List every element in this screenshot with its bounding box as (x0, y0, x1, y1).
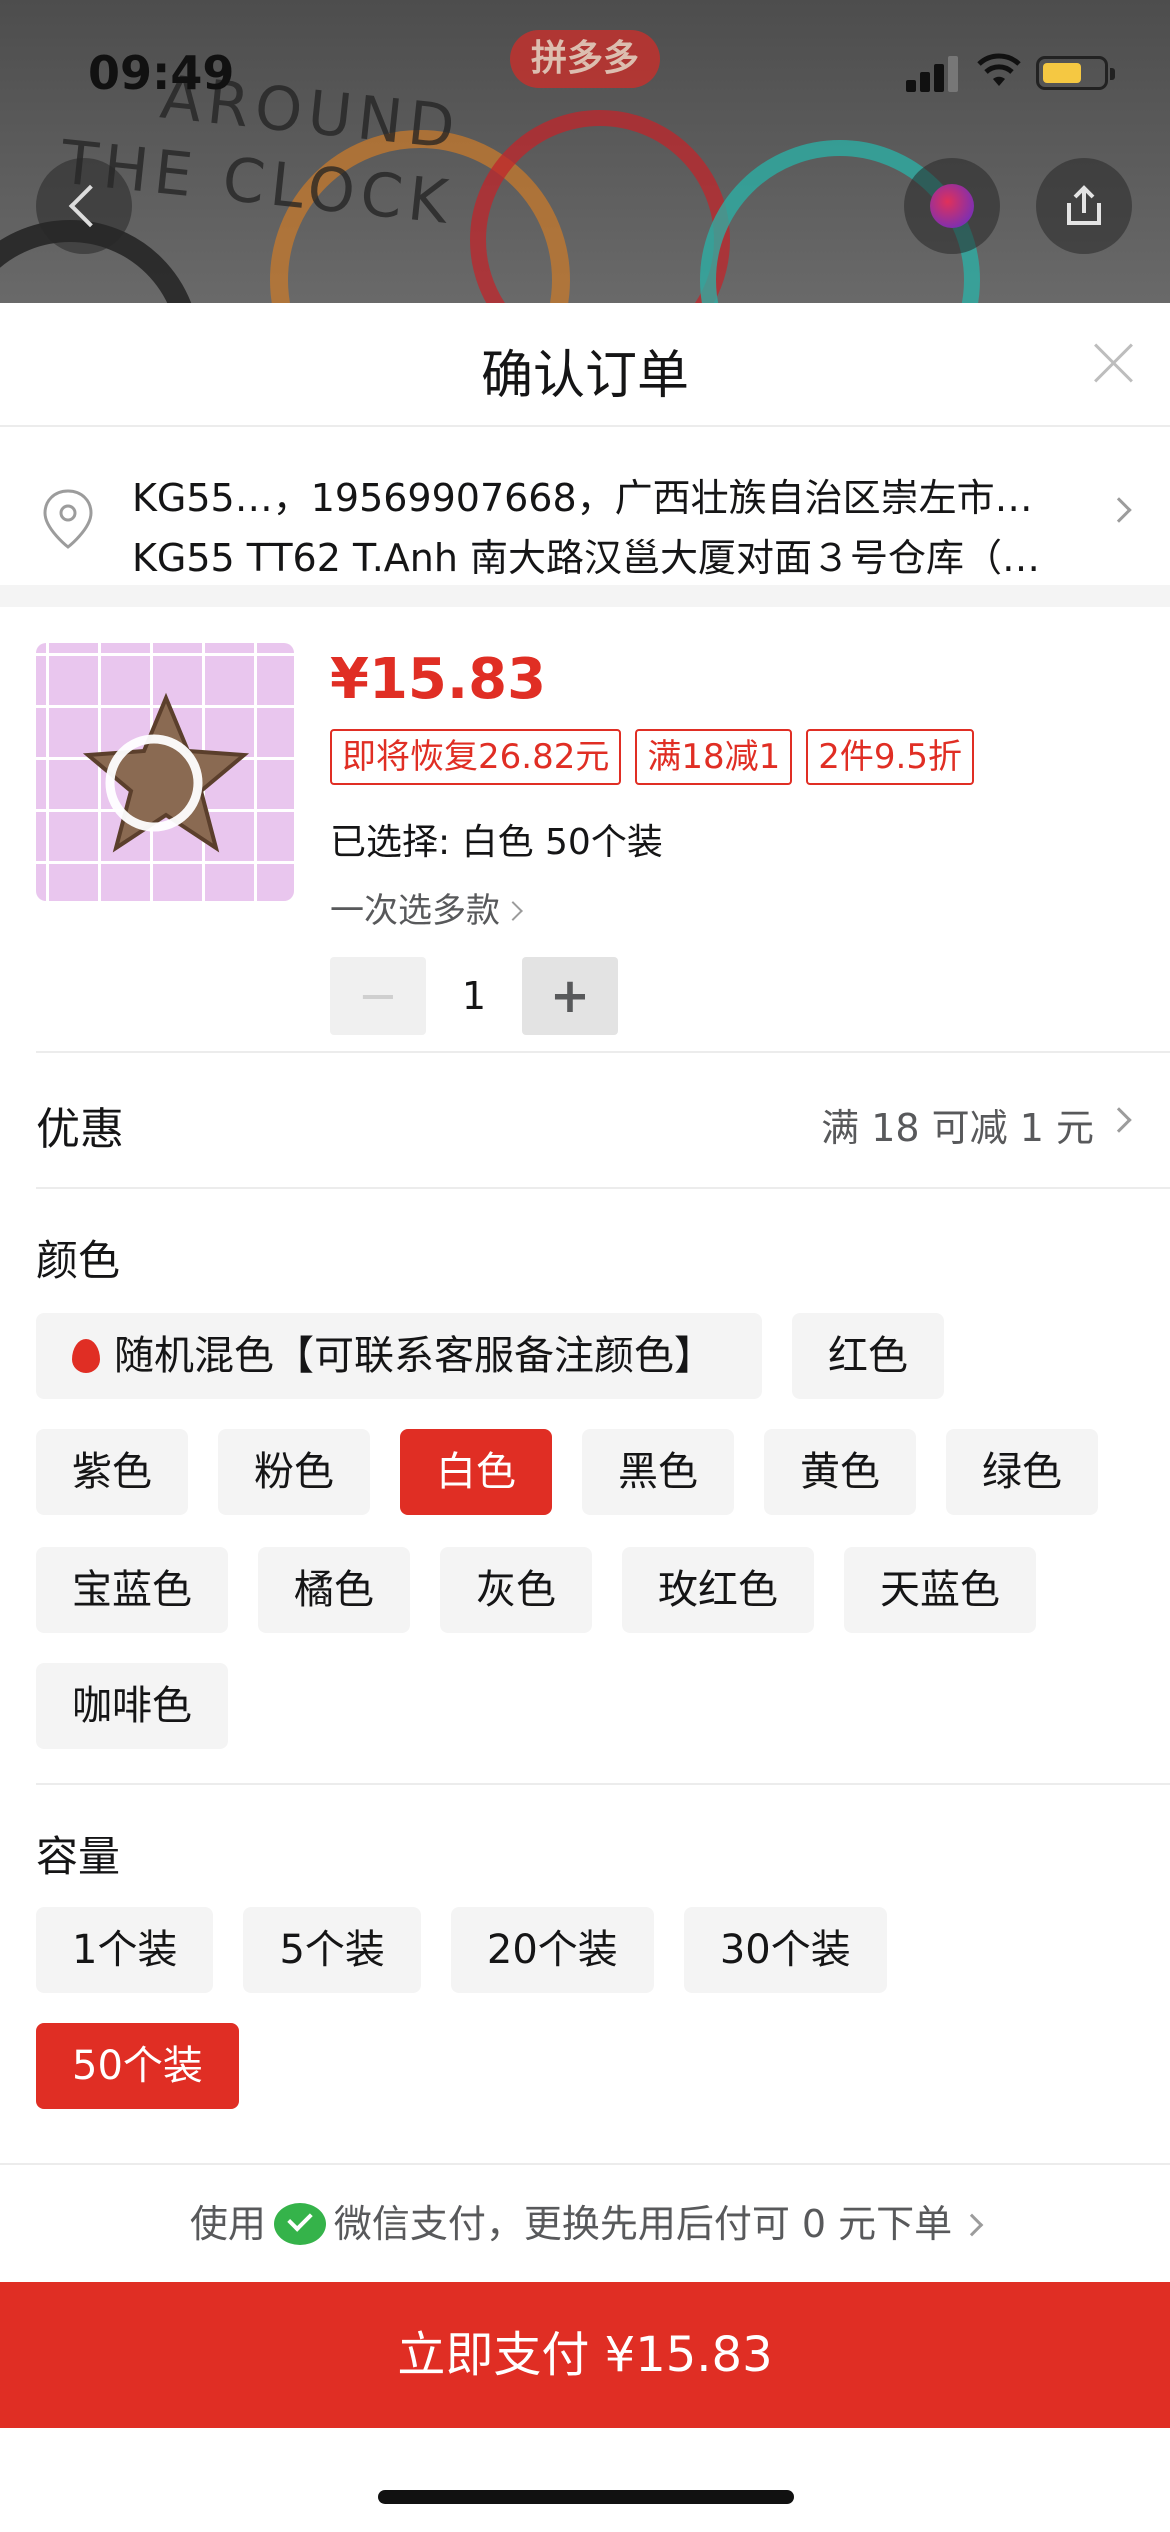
color-option-coffee[interactable]: 咖啡色 (36, 1663, 228, 1749)
color-option-random[interactable]: 随机混色【可联系客服备注颜色】 (36, 1313, 762, 1399)
discount-label: 优惠 (36, 1104, 124, 1155)
color-option-rose-red[interactable]: 玫红色 (622, 1547, 814, 1633)
color-option-black[interactable]: 黑色 (582, 1429, 734, 1515)
promo-tag: 2件9.5折 (806, 729, 974, 785)
color-option-gray[interactable]: 灰色 (440, 1547, 592, 1633)
ring-decoration (470, 110, 730, 310)
address-line-1: KG55…，19569907668，广西壮族自治区崇左市… (132, 476, 1033, 520)
color-option-royal-blue[interactable]: 宝蓝色 (36, 1547, 228, 1633)
chevron-right-icon (503, 901, 523, 921)
sheet-header: 确认订单 (0, 303, 1170, 427)
multi-select-label: 一次选多款 (330, 891, 500, 931)
favorite-button[interactable] (904, 158, 1000, 254)
sheet-title: 确认订单 (480, 346, 689, 406)
color-options-row-2: 紫色 粉色 白色 黑色 黄色 绿色 (36, 1429, 1134, 1515)
payment-tip-row[interactable]: 使用 微信支付，更换先用后付可 0 元下单 (0, 2165, 1170, 2276)
battery-icon (1036, 56, 1115, 90)
color-option-white[interactable]: 白色 (400, 1429, 552, 1515)
capacity-option-30[interactable]: 30个装 (683, 1907, 887, 1993)
pay-now-button[interactable]: 立即支付 ¥15.83 (0, 2282, 1170, 2428)
color-option-green[interactable]: 绿色 (946, 1429, 1098, 1515)
color-options-row-4: 咖啡色 (36, 1663, 1134, 1749)
decrease-button[interactable]: − (330, 957, 426, 1035)
capacity-option-1[interactable]: 1个装 (36, 1907, 214, 1993)
chevron-left-icon (68, 184, 112, 228)
color-options-row-3: 宝蓝色 橘色 灰色 玫红色 天蓝色 (36, 1547, 1134, 1633)
flame-icon (72, 1339, 100, 1373)
share-icon (1067, 185, 1101, 225)
address-line-2: KG55 TT62 T.Anh 南大路汉邕大厦对面３号仓库（… (132, 536, 1041, 580)
location-pin-icon (43, 489, 93, 549)
capacity-option-20[interactable]: 20个装 (450, 1907, 654, 1993)
quantity-stepper: − 1 + (330, 957, 618, 1035)
increase-button[interactable]: + (522, 957, 618, 1035)
chevron-right-icon (1106, 1107, 1132, 1133)
color-option-pink[interactable]: 粉色 (218, 1429, 370, 1515)
multi-select-link[interactable]: 一次选多款 (330, 883, 523, 932)
product-image (82, 692, 250, 853)
chevron-right-icon (1106, 497, 1132, 523)
payment-tip: 使用 微信支付，更换先用后付可 0 元下单 (0, 2193, 1170, 2248)
payment-tip-prefix: 使用 (189, 2202, 266, 2246)
capacity-option-50[interactable]: 50个装 (36, 2023, 239, 2109)
heart-icon (930, 184, 974, 228)
chip-label: 随机混色【可联系客服备注颜色】 (114, 1333, 714, 1379)
home-indicator (378, 2490, 794, 2504)
confirm-order-sheet: 确认订单 KG55…，19569907668，广西壮族自治区崇左市… KG55 … (0, 303, 1170, 2532)
wechat-pay-icon (273, 2203, 326, 2245)
status-time: 09:49 (88, 46, 235, 100)
promo-tag: 即将恢复26.82元 (330, 729, 622, 785)
product-section: ¥15.83 即将恢复26.82元 满18减1 2件9.5折 已选择: 白色 5… (0, 607, 1170, 1053)
capacity-option-5[interactable]: 5个装 (243, 1907, 421, 1993)
close-icon[interactable] (1092, 341, 1136, 385)
capacity-options-row-1: 1个装 5个装 20个装 30个装 (36, 1907, 1134, 1993)
back-button[interactable] (36, 158, 132, 254)
quantity-value[interactable]: 1 (426, 974, 522, 1018)
app-badge: 拼多多 (510, 30, 660, 88)
wifi-icon (977, 53, 1021, 86)
discount-row[interactable]: 优惠 满 18 可减 1 元 (0, 1053, 1170, 1189)
color-options-row-1: 随机混色【可联系客服备注颜色】 红色 (36, 1313, 1134, 1399)
status-bar: 09:49 拼多多 (0, 0, 1170, 140)
color-section-title: 颜色 (36, 1236, 121, 1285)
address-row[interactable]: KG55…，19569907668，广西壮族自治区崇左市… KG55 TT62 … (0, 427, 1170, 607)
share-button[interactable] (1036, 158, 1132, 254)
color-option-purple[interactable]: 紫色 (36, 1429, 188, 1515)
selected-spec: 已选择: 白色 50个装 (330, 822, 663, 863)
product-thumbnail[interactable] (36, 643, 294, 901)
capacity-section: 容量 1个装 5个装 20个装 30个装 50个装 (0, 1785, 1170, 2165)
promo-tags: 即将恢复26.82元 满18减1 2件9.5折 (330, 729, 974, 785)
product-price: ¥15.83 (330, 647, 547, 712)
capacity-options-row-2: 50个装 (36, 2023, 1134, 2109)
color-option-orange[interactable]: 橘色 (258, 1547, 410, 1633)
chevron-right-icon (960, 2213, 984, 2237)
payment-method-text: 微信支付，更换先用后付可 0 元下单 (333, 2202, 953, 2246)
capacity-section-title: 容量 (36, 1832, 121, 1881)
cellular-signal-icon (906, 56, 958, 92)
color-option-sky-blue[interactable]: 天蓝色 (844, 1547, 1036, 1633)
promo-tag: 满18减1 (635, 729, 793, 785)
discount-value: 满 18 可减 1 元 (821, 1106, 1094, 1150)
color-option-red[interactable]: 红色 (792, 1313, 944, 1399)
color-option-yellow[interactable]: 黄色 (764, 1429, 916, 1515)
color-section: 颜色 随机混色【可联系客服备注颜色】 红色 紫色 粉色 白色 黑色 黄色 绿色 … (0, 1189, 1170, 1785)
